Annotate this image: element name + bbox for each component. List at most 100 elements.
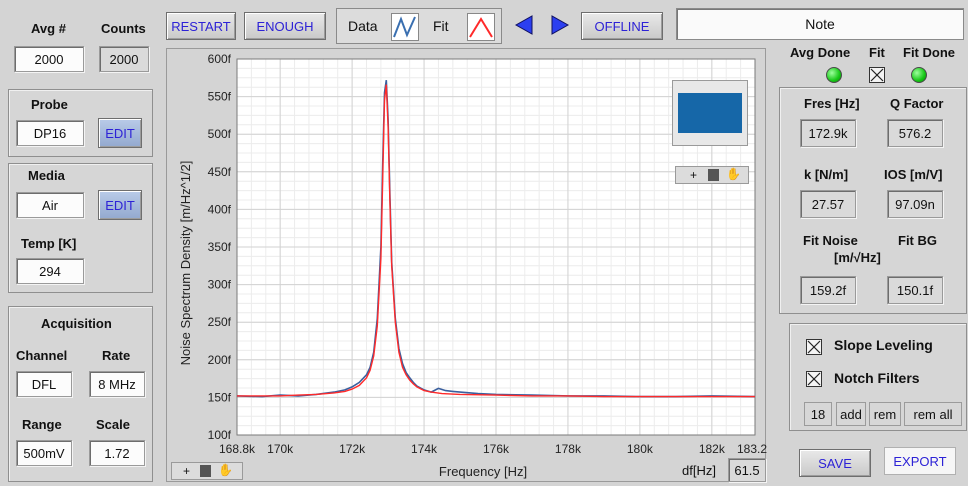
range-label: Range [22, 417, 62, 432]
y-tick-label: 250f [208, 315, 232, 329]
units-label: [m/√Hz] [834, 250, 881, 265]
x-tick-label: 178k [555, 442, 582, 456]
x-tick-label: 168.8k [219, 442, 256, 456]
overview-plot-area [678, 93, 742, 133]
fres-label: Fres [Hz] [804, 96, 860, 111]
range-field[interactable]: 500mV [16, 440, 72, 466]
q-factor-label: Q Factor [890, 96, 944, 111]
fit-done-led [911, 67, 927, 83]
probe-label: Probe [31, 97, 68, 112]
counts-indicator: 2000 [99, 46, 149, 72]
fit-bg-label: Fit BG [898, 233, 937, 248]
y-tick-label: 350f [208, 240, 232, 254]
q-factor-value: 576.2 [887, 119, 943, 147]
notch-filters-label: Notch Filters [834, 370, 920, 386]
notch-add-button[interactable]: add [836, 402, 866, 426]
avg-count-input[interactable]: 2000 [14, 46, 84, 72]
x-tick-label: 176k [483, 442, 510, 456]
k-value: 27.57 [800, 190, 856, 218]
probe-edit-button[interactable]: EDIT [98, 118, 142, 148]
rate-field[interactable]: 8 MHz [89, 371, 145, 397]
probe-field: DP16 [16, 120, 84, 146]
x-tick-label: 174k [411, 442, 438, 456]
fres-value: 172.9k [800, 119, 856, 147]
fit-done-label: Fit Done [903, 45, 955, 60]
fit-noise-value: 159.2f [800, 276, 856, 304]
pan-hand-icon[interactable]: ✋ [726, 167, 741, 181]
fit-toggle-label: Fit [869, 45, 885, 60]
notch-check-icon [807, 372, 821, 386]
fit-bg-value: 150.1f [887, 276, 943, 304]
legend-fit-swatch [467, 13, 495, 41]
y-tick-label: 550f [208, 90, 232, 104]
temp-input[interactable]: 294 [16, 258, 84, 284]
previous-arrow-icon[interactable] [514, 14, 534, 36]
avg-done-led [826, 67, 842, 83]
x-tick-label: 180k [627, 442, 654, 456]
legend-data-swatch [391, 13, 419, 41]
legend-data-label: Data [348, 18, 378, 34]
overview-plot[interactable] [672, 80, 748, 146]
temp-label: Temp [K] [21, 236, 77, 251]
slope-leveling-label: Slope Leveling [834, 337, 933, 353]
fit-check-icon [870, 68, 884, 82]
y-tick-label: 200f [208, 353, 232, 367]
acquisition-label: Acquisition [41, 316, 112, 331]
rate-label: Rate [102, 348, 131, 363]
chart-crosshair-icon[interactable]: + [183, 464, 190, 478]
avg-done-label: Avg Done [790, 45, 851, 60]
slope-leveling-checkbox[interactable] [806, 339, 822, 355]
legend-box: Data Fit [336, 8, 502, 44]
df-value: 61.5 [728, 458, 766, 482]
legend-fit-label: Fit [433, 18, 449, 34]
zoom-icon[interactable] [708, 169, 719, 181]
ios-value: 97.09n [887, 190, 943, 218]
chart-frame: 168.8k 170k 172k 174k 176k 178k 180k 182k 183.2k… [166, 48, 774, 482]
restart-button[interactable]: RESTART [166, 12, 236, 40]
chart-pan-hand-icon[interactable]: ✋ [218, 463, 233, 477]
notch-remove-all-button[interactable]: rem all [904, 402, 962, 426]
x-tick-label: 172k [339, 442, 366, 456]
scale-field[interactable]: 1.72 [89, 440, 145, 466]
chart-tools[interactable]: + ✋ [171, 462, 243, 480]
y-tick-label: 400f [208, 202, 232, 216]
overview-tools[interactable]: + ✋ [675, 166, 749, 184]
y-tick-label: 150f [208, 390, 232, 404]
fit-checkbox[interactable] [869, 67, 885, 83]
channel-field[interactable]: DFL [16, 371, 72, 397]
legend-fit-line-icon [469, 17, 493, 38]
x-tick-label: 170k [267, 442, 294, 456]
scale-label: Scale [96, 417, 130, 432]
k-label: k [N/m] [804, 167, 849, 182]
y-tick-label: 450f [208, 165, 232, 179]
notch-remove-button[interactable]: rem [869, 402, 901, 426]
chart-y-axis-label: Noise Spectrum Density [m/Hz^1/2] [178, 161, 193, 366]
offline-button[interactable]: OFFLINE [581, 12, 663, 40]
x-tick-label: 183.2k [737, 442, 767, 456]
next-arrow-icon[interactable] [550, 14, 570, 36]
x-tick-label: 182k [699, 442, 726, 456]
channel-label: Channel [16, 348, 68, 363]
y-tick-label: 100f [208, 428, 232, 442]
slope-check-icon [807, 340, 821, 354]
note-field[interactable]: Note [676, 8, 964, 40]
left-column: Avg # Counts 2000 2000 Probe DP16 EDIT M… [0, 0, 160, 482]
enough-button[interactable]: ENOUGH [244, 12, 326, 40]
media-edit-button[interactable]: EDIT [98, 190, 142, 220]
save-button[interactable]: SAVE [799, 449, 871, 477]
notch-count: 18 [804, 402, 832, 426]
counts-label: Counts [101, 21, 146, 36]
media-field: Air [16, 192, 84, 218]
avg-count-label: Avg # [31, 21, 66, 36]
y-tick-label: 600f [208, 52, 232, 66]
media-label: Media [28, 168, 65, 183]
chart-x-axis-label: Frequency [Hz] [439, 464, 527, 479]
notch-filters-checkbox[interactable] [806, 371, 822, 387]
crosshair-icon[interactable]: + [690, 168, 697, 182]
chart-zoom-icon[interactable] [200, 465, 211, 477]
df-label: df[Hz] [682, 463, 716, 478]
fit-noise-label: Fit Noise [803, 233, 858, 248]
legend-data-line-icon [393, 16, 416, 38]
ios-label: IOS [m/V] [884, 167, 943, 182]
export-button[interactable]: EXPORT [884, 447, 956, 475]
